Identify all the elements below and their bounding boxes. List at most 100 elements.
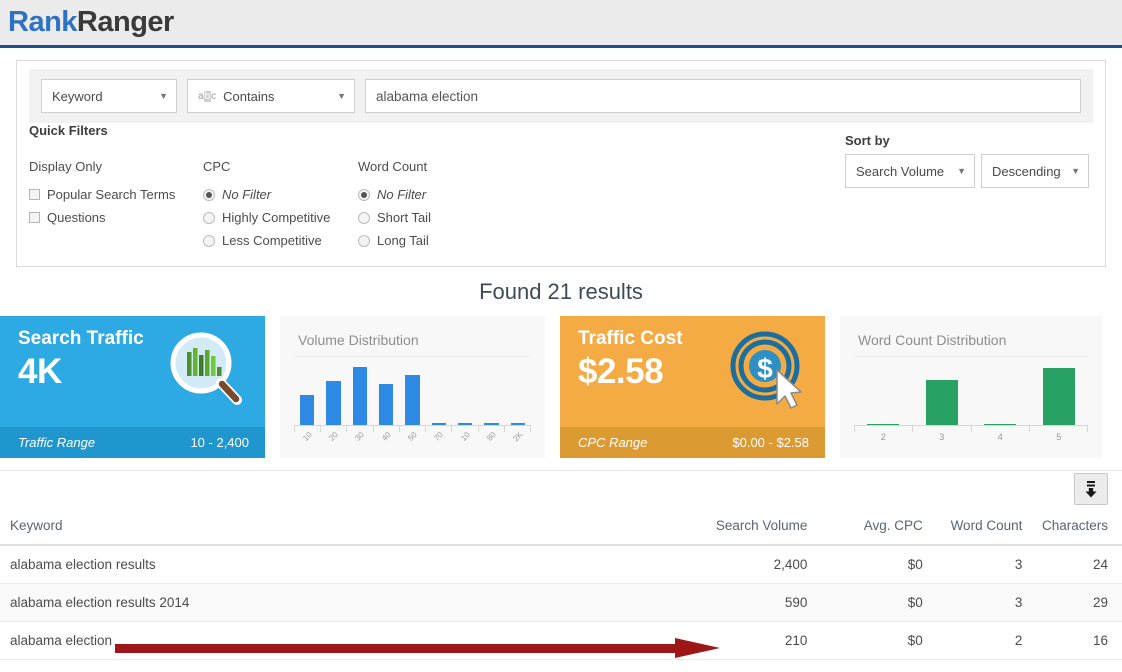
cell-word-count: 2 xyxy=(923,622,1023,660)
cell-avg-cpc: $0 xyxy=(807,584,922,622)
filter-panel: Keyword ▼ abc Contains ▼ alabama electio… xyxy=(16,60,1106,267)
chart-bar xyxy=(300,395,314,426)
filter-group-display-only: Display Only Popular Search Terms Questi… xyxy=(29,159,203,252)
chart-x-label: 80 xyxy=(485,430,498,443)
chart-x-label: 3 xyxy=(939,432,944,442)
cell-avg-cpc: $0 xyxy=(807,622,922,660)
download-icon xyxy=(1083,480,1099,498)
chart-x-label: 4 xyxy=(998,432,1003,442)
chart-bar xyxy=(379,384,393,426)
option-label: Popular Search Terms xyxy=(47,187,175,202)
checkbox-icon[interactable] xyxy=(29,212,40,223)
radio-icon[interactable] xyxy=(358,212,370,224)
radio-wc-long-tail[interactable]: Long Tail xyxy=(358,229,508,252)
table-head: Keyword Search Volume Avg. CPC Word Coun… xyxy=(0,509,1122,545)
group-head-cpc: CPC xyxy=(203,159,358,174)
radio-wc-no-filter[interactable]: No Filter xyxy=(358,183,508,206)
chart-plot-area: 2 3 4 5 xyxy=(854,356,1088,448)
quick-filters-title: Quick Filters xyxy=(17,123,108,144)
filter-panel-wrapper: Keyword ▼ abc Contains ▼ alabama electio… xyxy=(0,48,1122,267)
app-header: RankRanger xyxy=(0,0,1122,48)
table-row[interactable]: alabama election results 2,400 $0 3 24 xyxy=(0,545,1122,584)
magnifier-bars-icon xyxy=(165,330,247,412)
rankranger-logo[interactable]: RankRanger xyxy=(8,6,174,39)
checkbox-popular-search-terms[interactable]: Popular Search Terms xyxy=(29,183,203,206)
radio-wc-short-tail[interactable]: Short Tail xyxy=(358,206,508,229)
chart-bar-cell xyxy=(426,360,452,426)
group-head-display-only: Display Only xyxy=(29,159,203,174)
chart-x-label-cell: 50 xyxy=(399,432,425,448)
checkbox-icon[interactable] xyxy=(29,189,40,200)
col-header-word-count[interactable]: Word Count xyxy=(923,509,1023,545)
table-header-row: Keyword Search Volume Avg. CPC Word Coun… xyxy=(0,509,1122,545)
col-header-search-volume[interactable]: Search Volume xyxy=(671,509,807,545)
chart-x-label: 10 xyxy=(301,430,314,443)
col-header-keyword[interactable]: Keyword xyxy=(0,509,671,545)
download-button[interactable] xyxy=(1074,473,1108,505)
card-search-traffic: Search Traffic 4K Traffic Range 10 xyxy=(0,316,265,458)
filter-row: Keyword ▼ abc Contains ▼ alabama electio… xyxy=(29,69,1093,123)
col-header-avg-cpc[interactable]: Avg. CPC xyxy=(807,509,922,545)
chart-x-label: 5 xyxy=(1056,432,1061,442)
group-head-word-count: Word Count xyxy=(358,159,508,174)
chevron-down-icon: ▼ xyxy=(337,91,346,101)
col-header-characters[interactable]: Characters xyxy=(1022,509,1122,545)
cell-keyword: alabama election results xyxy=(0,545,671,584)
cell-avg-cpc: $0 xyxy=(807,545,922,584)
checkbox-questions[interactable]: Questions xyxy=(29,206,203,229)
match-type-select[interactable]: abc Contains ▼ xyxy=(187,79,355,113)
table-row[interactable]: alabama election 210 $0 2 16 xyxy=(0,622,1122,660)
chart-x-label: 50 xyxy=(406,430,419,443)
chart-title: Word Count Distribution xyxy=(840,316,1102,348)
chart-bar-cell xyxy=(913,360,972,426)
radio-cpc-no-filter[interactable]: No Filter xyxy=(203,183,358,206)
chart-x-label: 20 xyxy=(327,430,340,443)
sort-field-select[interactable]: Search Volume ▼ xyxy=(845,154,975,188)
chart-bars xyxy=(854,360,1088,426)
radio-cpc-highly-competitive[interactable]: Highly Competitive xyxy=(203,206,358,229)
sort-direction-select[interactable]: Descending ▼ xyxy=(981,154,1089,188)
chart-x-label: 2 xyxy=(881,432,886,442)
field-select[interactable]: Keyword ▼ xyxy=(41,79,177,113)
svg-text:$: $ xyxy=(757,353,773,384)
chevron-down-icon: ▼ xyxy=(957,166,966,176)
results-table: Keyword Search Volume Avg. CPC Word Coun… xyxy=(0,509,1122,660)
chevron-down-icon: ▼ xyxy=(159,91,168,101)
card-footer-label: CPC Range xyxy=(578,435,647,450)
cell-characters: 16 xyxy=(1022,622,1122,660)
chart-bar xyxy=(353,367,367,426)
sort-direction-value: Descending xyxy=(992,164,1061,179)
chart-bar-cell xyxy=(294,360,320,426)
card-footer-label: Traffic Range xyxy=(18,435,95,450)
card-footer: CPC Range $0.00 - $2.58 xyxy=(560,427,825,458)
card-footer: Traffic Range 10 - 2,400 xyxy=(0,427,265,458)
chart-bar-cell xyxy=(971,360,1030,426)
option-label: Highly Competitive xyxy=(222,210,330,225)
radio-icon[interactable] xyxy=(203,212,215,224)
filter-group-word-count: Word Count No Filter Short Tail Long Tai… xyxy=(358,159,508,252)
radio-icon[interactable] xyxy=(358,189,370,201)
chart-bar xyxy=(1043,368,1075,426)
option-label: Questions xyxy=(47,210,106,225)
chart-x-label-cell: 80 xyxy=(478,432,504,448)
radio-icon[interactable] xyxy=(358,235,370,247)
table-row[interactable]: alabama election results 2014 590 $0 3 2… xyxy=(0,584,1122,622)
chart-bar-cell xyxy=(399,360,425,426)
chart-x-labels: 2 3 4 5 xyxy=(854,432,1088,448)
radio-icon[interactable] xyxy=(203,189,215,201)
sort-field-value: Search Volume xyxy=(856,164,944,179)
chart-x-label-cell: 2 xyxy=(854,432,913,448)
chart-x-label-cell: 10 xyxy=(452,432,478,448)
keyword-input[interactable]: alabama election xyxy=(365,79,1081,113)
option-label: No Filter xyxy=(222,187,271,202)
option-label: Short Tail xyxy=(377,210,431,225)
cell-characters: 24 xyxy=(1022,545,1122,584)
radio-cpc-less-competitive[interactable]: Less Competitive xyxy=(203,229,358,252)
match-type-value: Contains xyxy=(223,89,274,104)
filter-group-cpc: CPC No Filter Highly Competitive Less Co… xyxy=(203,159,358,252)
chart-bars xyxy=(294,360,531,426)
chart-bar xyxy=(405,375,419,426)
chart-x-label: 10 xyxy=(459,430,472,443)
chart-bar-cell xyxy=(854,360,913,426)
radio-icon[interactable] xyxy=(203,235,215,247)
